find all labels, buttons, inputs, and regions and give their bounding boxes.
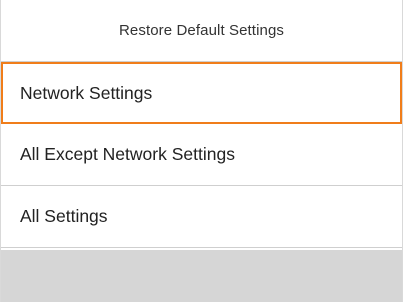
settings-menu: Network Settings All Except Network Sett… [1,62,402,248]
menu-item-all-except-network-settings[interactable]: All Except Network Settings [1,124,402,186]
page-title: Restore Default Settings [119,22,284,39]
menu-item-label: All Settings [20,206,108,226]
menu-item-label: All Except Network Settings [20,144,235,164]
restore-defaults-screen: Restore Default Settings Network Setting… [0,0,403,302]
menu-item-network-settings[interactable]: Network Settings [1,62,402,124]
footer-bar [1,250,402,302]
menu-item-all-settings[interactable]: All Settings [1,186,402,248]
screen-header: Restore Default Settings [1,0,402,62]
menu-item-label: Network Settings [20,82,153,103]
